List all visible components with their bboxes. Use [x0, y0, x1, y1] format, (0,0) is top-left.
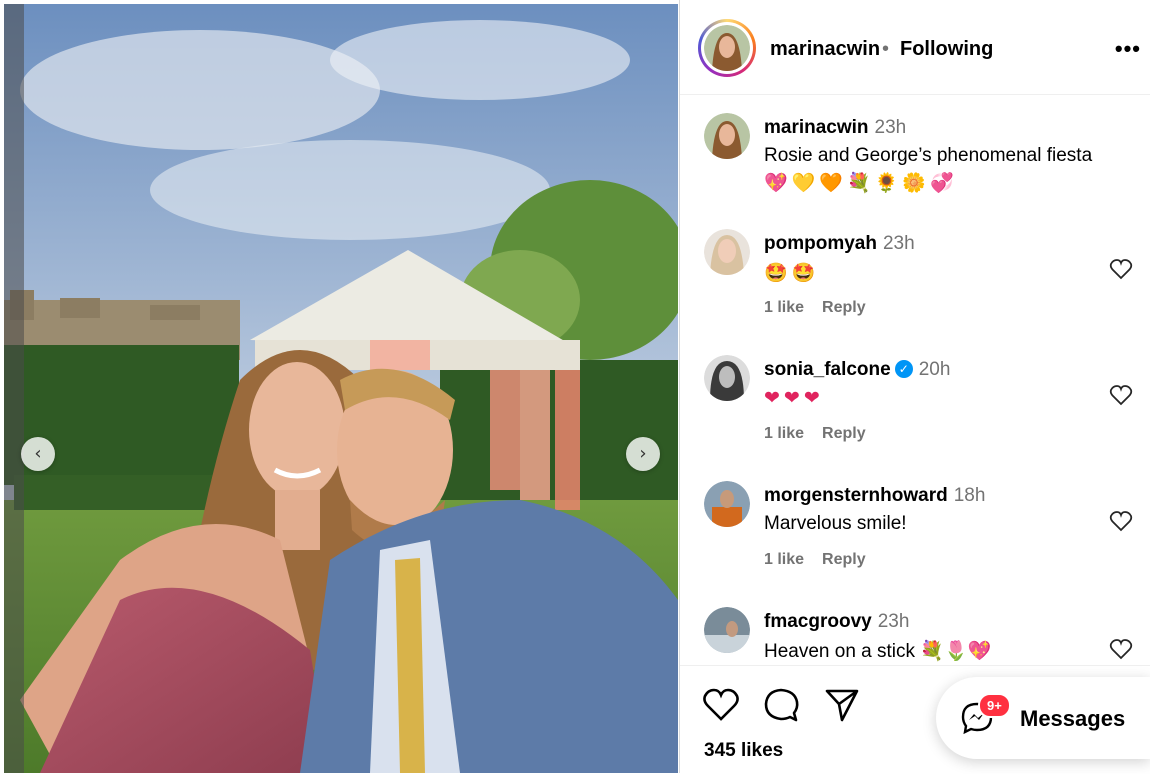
comment-header: morgensternhoward 18h: [764, 485, 985, 507]
avatar[interactable]: [704, 607, 750, 653]
comment-meta: 1 like Reply: [764, 551, 884, 569]
comment-likes[interactable]: 1 like: [764, 299, 804, 316]
comment-meta: 1 like Reply: [764, 425, 884, 443]
send-icon[interactable]: [823, 686, 861, 724]
chevron-right-icon: ›: [639, 443, 647, 464]
heart-icon[interactable]: [1109, 637, 1133, 661]
carousel-prev-button[interactable]: ‹: [21, 437, 55, 471]
caption-emojis: 💖💛🧡💐🌻🌼💞: [764, 172, 958, 194]
likes-count[interactable]: 345 likes: [704, 740, 783, 762]
comment-likes[interactable]: 1 like: [764, 551, 804, 568]
caption-header: marinacwin 23h: [764, 117, 906, 139]
avatar[interactable]: [704, 229, 750, 275]
comment-icon[interactable]: [762, 686, 800, 724]
comment-username[interactable]: sonia_falcone: [764, 359, 891, 380]
author-username[interactable]: marinacwin: [770, 38, 880, 61]
post-sidebar: marinacwin • Following ••• marinacwin 23h…: [679, 0, 1150, 773]
comment-text: Heaven on a stick 💐🌷💖: [764, 641, 992, 662]
comment-text: ❤❤❤: [764, 387, 824, 409]
comments-list[interactable]: marinacwin 23h Rosie and George’s phenome…: [680, 95, 1150, 665]
carousel-next-button[interactable]: ›: [626, 437, 660, 471]
post-header: marinacwin • Following •••: [680, 0, 1150, 95]
caption-username[interactable]: marinacwin: [764, 117, 869, 138]
heart-icon[interactable]: [1109, 383, 1133, 407]
avatar[interactable]: [704, 113, 750, 159]
avatar[interactable]: [704, 355, 750, 401]
more-options-icon[interactable]: •••: [1115, 36, 1141, 62]
verified-badge-icon: ✓: [894, 360, 913, 378]
comment-username[interactable]: pompomyah: [764, 233, 877, 254]
comment-header: sonia_falcone ✓ 20h: [764, 359, 950, 381]
heart-icon[interactable]: [1109, 509, 1133, 533]
comment-meta: 1 like Reply: [764, 299, 884, 317]
messages-button[interactable]: 9+ Messages: [936, 677, 1150, 759]
post-photo[interactable]: ‹ ›: [0, 0, 678, 773]
comment-username[interactable]: fmacgroovy: [764, 611, 872, 632]
chevron-left-icon: ‹: [34, 443, 42, 464]
messages-badge: 9+: [978, 693, 1011, 718]
following-button[interactable]: Following: [900, 38, 993, 61]
comment-likes[interactable]: 1 like: [764, 425, 804, 442]
caption-text: Rosie and George’s phenomenal fiesta: [764, 145, 1093, 166]
avatar[interactable]: [704, 481, 750, 527]
story-ring[interactable]: [698, 19, 756, 77]
comment-username[interactable]: morgensternhoward: [764, 485, 948, 506]
action-bar: 345 likes 9+ Messages: [680, 665, 1150, 774]
caption-time[interactable]: 23h: [875, 117, 907, 138]
heart-icon[interactable]: [702, 686, 740, 724]
messages-label: Messages: [1020, 706, 1126, 731]
comment-text: 🤩🤩: [764, 262, 820, 284]
comment-time[interactable]: 20h: [919, 359, 951, 380]
comment-header: pompomyah 23h: [764, 233, 915, 255]
reply-button[interactable]: Reply: [822, 551, 866, 568]
reply-button[interactable]: Reply: [822, 299, 866, 316]
heart-icon[interactable]: [1109, 257, 1133, 281]
avatar: [704, 25, 750, 71]
comment-header: fmacgroovy 23h: [764, 611, 909, 633]
comment-time[interactable]: 23h: [878, 611, 910, 632]
post-image: [4, 4, 678, 773]
comment-text: Marvelous smile!: [764, 513, 907, 534]
comment-time[interactable]: 18h: [954, 485, 986, 506]
reply-button[interactable]: Reply: [822, 425, 866, 442]
separator-dot: •: [882, 38, 890, 60]
comment-time[interactable]: 23h: [883, 233, 915, 254]
